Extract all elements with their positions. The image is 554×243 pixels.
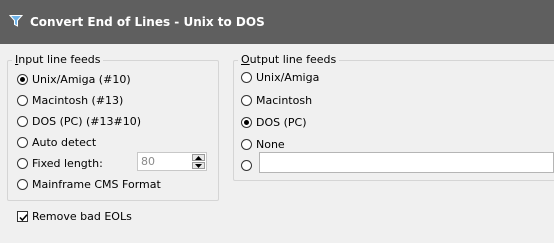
arrow-up-icon (195, 156, 202, 160)
radio-output-unix-amiga[interactable] (241, 71, 252, 83)
remove-bad-eols-label: Remove bad EOLs (32, 209, 132, 223)
radio-output-macintosh[interactable] (241, 94, 252, 106)
fixed-length-spinner[interactable] (137, 152, 207, 171)
remove-bad-eols-option[interactable]: Remove bad EOLs (17, 208, 132, 224)
radio-macintosh-13[interactable] (17, 94, 28, 106)
spin-down-button[interactable] (192, 162, 205, 169)
input-option-macintosh-label: Macintosh (#13) (32, 93, 124, 107)
radio-unix-amiga-10[interactable] (17, 73, 28, 85)
fixed-length-input[interactable] (138, 153, 191, 170)
radio-dos-pc-13-10[interactable] (17, 115, 28, 127)
radio-output-none[interactable] (241, 138, 252, 150)
input-option-mainframe-label: Mainframe CMS Format (32, 177, 161, 191)
input-option-fixed-length-label: Fixed length: (32, 156, 103, 170)
output-option-custom[interactable] (241, 157, 256, 173)
output-option-none-label: None (256, 137, 285, 151)
output-option-none[interactable]: None (241, 136, 285, 152)
output-option-macintosh[interactable]: Macintosh (241, 92, 312, 108)
filter-icon (9, 15, 23, 27)
output-option-macintosh-label: Macintosh (256, 93, 313, 107)
output-option-unix-label: Unix/Amiga (256, 70, 320, 84)
input-option-macintosh[interactable]: Macintosh (#13) (17, 92, 123, 108)
input-option-auto-detect[interactable]: Auto detect (17, 134, 96, 150)
spinner-buttons (192, 154, 205, 169)
output-line-feeds-label: Output line feeds (238, 53, 340, 66)
title-bar: Convert End of Lines - Unix to DOS (0, 0, 554, 44)
checkmark-icon (19, 213, 28, 221)
remove-bad-eols-checkbox[interactable] (17, 210, 28, 222)
radio-output-custom[interactable] (241, 159, 252, 171)
output-option-unix[interactable]: Unix/Amiga (241, 69, 319, 85)
output-option-dos[interactable]: DOS (PC) (241, 114, 307, 130)
spin-up-button[interactable] (192, 154, 205, 161)
input-line-feeds-label: Input line feeds (12, 53, 104, 66)
output-option-dos-label: DOS (PC) (256, 115, 307, 129)
input-option-fixed-length[interactable]: Fixed length: (17, 155, 103, 171)
input-option-unix[interactable]: Unix/Amiga (#10) (17, 71, 131, 87)
input-option-unix-label: Unix/Amiga (#10) (32, 72, 131, 86)
radio-fixed-length[interactable] (17, 157, 28, 169)
window-title: Convert End of Lines - Unix to DOS (30, 15, 265, 29)
input-option-dos[interactable]: DOS (PC) (#13#10) (17, 113, 141, 129)
radio-auto-detect[interactable] (17, 136, 28, 148)
radio-mainframe-cms[interactable] (17, 178, 28, 190)
radio-output-dos-pc[interactable] (241, 116, 252, 128)
arrow-down-icon (195, 164, 202, 168)
input-option-dos-label: DOS (PC) (#13#10) (32, 114, 142, 128)
custom-eol-input[interactable] (259, 152, 554, 173)
input-option-mainframe[interactable]: Mainframe CMS Format (17, 176, 161, 192)
input-option-auto-detect-label: Auto detect (32, 135, 97, 149)
